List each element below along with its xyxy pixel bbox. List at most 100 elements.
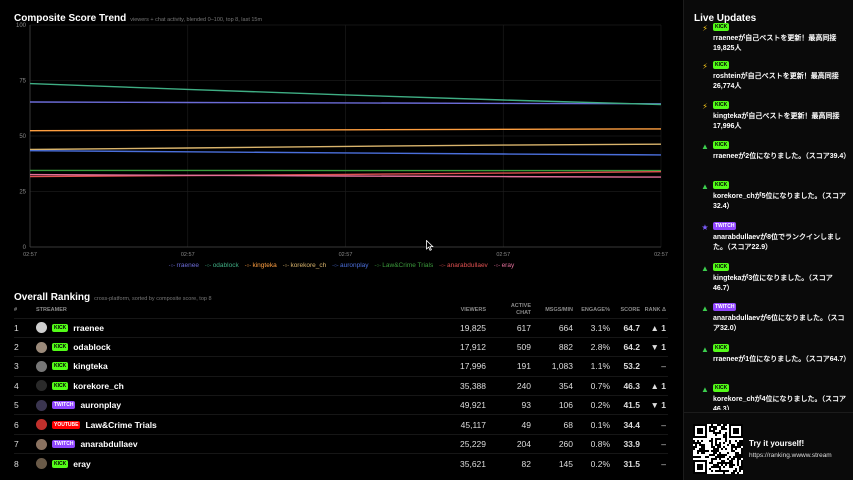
legend-item-rraenee[interactable]: -○- rraenee (169, 262, 199, 269)
update-text: kingtekaが自己ベストを更新！最高同接17,996人 (713, 113, 840, 130)
live-updates-panel: Live Updates ⚡ KICK rraeneeが自己ベストを更新！最高同接1… (683, 0, 853, 480)
qr-code-icon[interactable] (693, 424, 743, 474)
y-tick-label: 75 (19, 79, 26, 85)
engage-cell: 0.7% (590, 380, 610, 391)
rank-up-arrow-icon: ▲ (701, 385, 709, 394)
table-row[interactable]: 8 KICK eray 35,621 82 145 0.2% 31.5 – (14, 453, 668, 473)
update-text: rraeneeが1位になりました。（スコア64.7） (713, 356, 851, 363)
streamer-cell[interactable]: KICK eray (36, 454, 424, 473)
streamer-cell[interactable]: TWITCH auronplay (36, 396, 424, 415)
rank-number: 8 (14, 458, 19, 469)
streamer-name[interactable]: rraenee (73, 323, 104, 333)
legend-label: eray (501, 262, 515, 269)
y-tick-label: 25 (19, 190, 26, 196)
col-score[interactable]: SCORE (612, 302, 642, 318)
viewers-cell: 17,912 (460, 342, 486, 353)
streamer-cell[interactable]: TWITCH anarabdullaev (36, 434, 424, 453)
streamer-cell[interactable]: YOUTUBE Law&Crime Trials (36, 415, 424, 434)
platform-badge: TWITCH (52, 440, 76, 449)
legend-item-anarabdullaev[interactable]: -○- anarabdullaev (439, 262, 488, 269)
avatar (36, 322, 47, 334)
table-row[interactable]: 5 TWITCH auronplay 49,921 93 106 0.2% 41.5 ▼ 1 (14, 395, 668, 415)
msgs-min-cell: 260 (558, 439, 573, 450)
avatar (36, 341, 47, 353)
main-panel: Composite Score Trend viewers + chat acti… (0, 0, 683, 480)
streamer-name[interactable]: auronplay (80, 400, 121, 410)
promo-title: Try it yourself! (749, 439, 805, 448)
viewers-cell: 17,996 (460, 361, 486, 372)
rank-delta-cell: – (661, 439, 666, 450)
streamer-cell[interactable]: KICK odablock (36, 337, 424, 356)
platform-badge: KICK (713, 263, 730, 271)
col-active-chat[interactable]: ACTIVE CHAT (488, 302, 533, 318)
viewers-cell: 49,921 (460, 400, 486, 411)
rank-number: 6 (14, 419, 19, 430)
col-rank-delta[interactable]: RANK Δ (642, 302, 668, 318)
rank-up-arrow-icon: ▲ (701, 345, 709, 354)
rank-delta-cell: – (661, 361, 666, 372)
rank-delta-cell: – (661, 419, 666, 430)
table-row[interactable]: 3 KICK kingteka 17,996 191 1,083 1.1% 53.2 – (14, 356, 668, 376)
streamer-name[interactable]: kingteka (73, 361, 108, 371)
legend-item-law-crime-trials[interactable]: -○- Law&Crime Trials (375, 262, 434, 269)
legend-item-korekore-ch[interactable]: -○- korekore_ch (283, 262, 327, 269)
update-text: rraeneeが2位になりました。（スコア39.4） (713, 153, 851, 160)
avatar (36, 360, 47, 372)
msgs-min-cell: 882 (558, 342, 573, 353)
col-viewers[interactable]: VIEWERS (424, 302, 488, 318)
platform-badge: KICK (52, 362, 69, 371)
lightning-icon: ⚡ (702, 24, 708, 33)
promo-box: Try it yourself! https://ranking.wwww.st… (684, 412, 853, 480)
avatar (36, 438, 47, 450)
active-chat-cell: 49 (521, 419, 531, 430)
msgs-min-cell: 68 (563, 419, 573, 430)
x-tick-label: 02:57 (23, 252, 37, 258)
platform-badge: KICK (52, 381, 69, 390)
score-cell: 64.2 (623, 342, 640, 353)
mouse-cursor-icon (426, 240, 434, 251)
engage-cell: 2.8% (590, 342, 610, 353)
x-tick-label: 02:57 (654, 252, 668, 258)
update-text: kingtekaが3位になりました。（スコア46.7） (713, 275, 833, 292)
rank-up-arrow-icon: ▲ (701, 264, 709, 273)
score-cell: 33.9 (623, 439, 640, 450)
legend-item-eray[interactable]: -○- eray (494, 262, 514, 269)
table-row[interactable]: 2 KICK odablock 17,912 509 882 2.8% 64.2 ▼ 1 (14, 337, 668, 356)
platform-badge: KICK (713, 384, 730, 392)
updates-feed[interactable]: ⚡ KICK rraeneeが自己ベストを更新！最高同接19,825人 ⚡ KICK ro… (684, 22, 853, 410)
platform-badge: KICK (713, 344, 730, 352)
streamer-name[interactable]: korekore_ch (73, 381, 124, 391)
active-chat-cell: 82 (521, 458, 531, 469)
table-row[interactable]: 7 TWITCH anarabdullaev 25,229 204 260 0.8% 33.9… (14, 434, 668, 453)
streamer-name[interactable]: odablock (73, 342, 110, 352)
streamer-name[interactable]: anarabdullaev (80, 439, 137, 449)
msgs-min-cell: 145 (558, 458, 573, 469)
streamer-name[interactable]: Law&Crime Trials (85, 420, 156, 430)
active-chat-cell: 93 (521, 400, 531, 411)
viewers-cell: 45,117 (460, 419, 486, 430)
col-num[interactable]: # (14, 302, 36, 318)
score-cell: 53.2 (623, 361, 640, 372)
table-row[interactable]: 1 KICK rraenee 19,825 617 664 3.1% 64.7 ▲ 1 (14, 318, 668, 337)
rank-number: 4 (14, 380, 19, 391)
legend-item-auronplay[interactable]: -○- auronplay (332, 262, 368, 269)
msgs-min-cell: 1,083 (551, 361, 573, 372)
table-row[interactable]: 6 YOUTUBE Law&Crime Trials 45,117 49 68 0.1% 34… (14, 414, 668, 434)
promo-url[interactable]: https://ranking.wwww.stream (749, 452, 832, 459)
streamer-cell[interactable]: KICK rraenee (36, 318, 424, 337)
col-engage[interactable]: ENGAGE% (575, 302, 612, 318)
legend-item-kingteka[interactable]: -○- kingteka (245, 262, 277, 269)
col-streamer[interactable]: STREAMER (36, 302, 424, 318)
rank-number: 3 (14, 361, 19, 372)
ranking-table: # STREAMER VIEWERS ACTIVE CHAT MSGS/MIN E… (14, 302, 668, 473)
table-row[interactable]: 4 KICK korekore_ch 35,388 240 354 0.7% 46.3 ▲ 1 (14, 376, 668, 395)
streamer-name[interactable]: eray (73, 459, 91, 469)
col-msgs-min[interactable]: MSGS/MIN (533, 302, 575, 318)
msgs-min-cell: 106 (558, 400, 573, 411)
x-tick-label: 02:57 (339, 252, 353, 258)
legend-label: anarabdullaev (446, 262, 488, 269)
legend-item-odablock[interactable]: -○- odablock (205, 262, 239, 269)
x-tick-label: 02:57 (496, 252, 510, 258)
streamer-cell[interactable]: KICK kingteka (36, 357, 424, 376)
streamer-cell[interactable]: KICK korekore_ch (36, 376, 424, 395)
